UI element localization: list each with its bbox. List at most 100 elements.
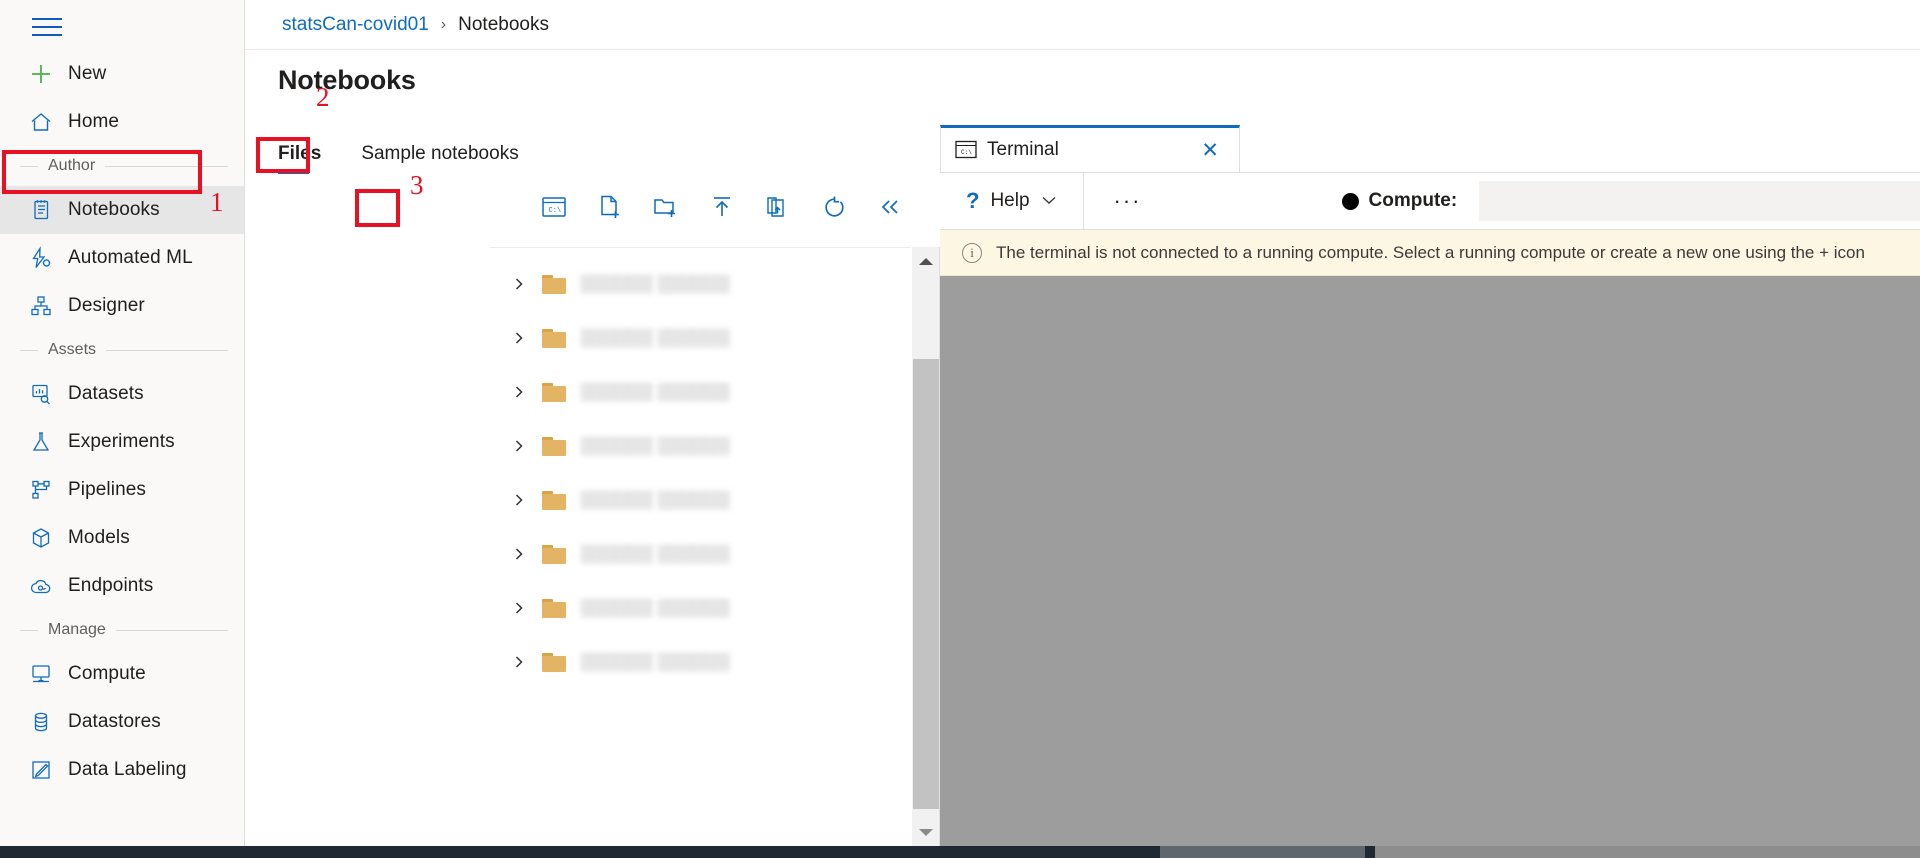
table-row[interactable]: ░░░░░░ ░░░░░░ [490, 635, 911, 689]
upload-folder-button[interactable] [759, 190, 797, 224]
chevron-right-icon[interactable] [510, 275, 528, 293]
window-bottom-scrollbar[interactable] [0, 846, 1920, 858]
create-new-file-button[interactable] [591, 190, 629, 224]
file-tree-vertical-scrollbar[interactable] [911, 247, 939, 846]
file-name: ░░░░░░ ░░░░░░ [580, 382, 730, 401]
terminal-tab-label: Terminal [987, 139, 1059, 160]
open-terminal-button[interactable]: C:\ [535, 190, 573, 224]
chevron-right-icon[interactable] [510, 653, 528, 671]
panel-divider [490, 247, 939, 248]
chevron-right-icon[interactable] [510, 329, 528, 347]
sidebar-item-experiments[interactable]: Experiments [0, 418, 244, 466]
chevron-right-icon[interactable] [510, 383, 528, 401]
chevron-right-icon[interactable] [510, 437, 528, 455]
sidebar-item-notebooks[interactable]: Notebooks [0, 186, 244, 234]
sidebar-item-label: Notebooks [68, 199, 160, 220]
sidebar-item-datastores[interactable]: Datastores [0, 698, 244, 746]
terminal-command-bar: ? Help ··· Compute: [940, 172, 1920, 230]
sidebar-item-designer[interactable]: Designer [0, 282, 244, 330]
file-name: ░░░░░░ ░░░░░░ [580, 490, 730, 509]
sidebar-item-label: Designer [68, 295, 145, 316]
table-row[interactable]: ░░░░░░ ░░░░░░ [490, 527, 911, 581]
sidebar-item-label: Pipelines [68, 479, 147, 500]
page-title: Notebooks [278, 65, 416, 95]
scroll-down-arrow-icon[interactable] [912, 818, 939, 846]
pipelines-icon [28, 477, 54, 503]
close-icon[interactable]: ✕ [1197, 138, 1223, 163]
chevron-right-icon[interactable] [510, 545, 528, 563]
help-button[interactable]: ? Help [940, 172, 1084, 230]
models-cube-icon [28, 525, 54, 551]
file-toolbar: C:\ [535, 190, 909, 224]
table-row[interactable]: ░░░░░░ ░░░░░░ [490, 257, 911, 311]
terminal-panel: C:\ Terminal ✕ ? Help ··· Compute: i The… [940, 125, 1920, 846]
more-options-button[interactable]: ··· [1084, 190, 1172, 212]
sidebar-item-endpoints[interactable]: Endpoints [0, 562, 244, 610]
collapse-button[interactable] [871, 190, 909, 224]
compute-dropdown[interactable] [1479, 181, 1920, 221]
status-badge [1341, 192, 1359, 210]
endpoints-cloud-icon [28, 573, 54, 599]
tab-files[interactable]: Files [278, 143, 321, 174]
sidebar-item-label: Data Labeling [68, 759, 187, 780]
svg-text:C:\: C:\ [549, 207, 562, 215]
sidebar-item-label: Datasets [68, 383, 144, 404]
file-name: ░░░░░░ ░░░░░░ [580, 544, 730, 563]
sidebar-item-datasets[interactable]: Datasets [0, 370, 244, 418]
horizontal-scrollbar-track[interactable] [1375, 846, 1920, 858]
terminal-warning-banner: i The terminal is not connected to a run… [940, 230, 1920, 276]
horizontal-scrollbar-thumb[interactable] [1160, 846, 1365, 858]
sidebar-item-compute[interactable]: Compute [0, 650, 244, 698]
question-mark-icon: ? [966, 188, 980, 213]
azure-ml-studio-window: New Home Author Notebooks Automated ML D… [0, 0, 1920, 858]
sidebar-item-pipelines[interactable]: Pipelines [0, 466, 244, 514]
chevron-right-icon[interactable] [510, 491, 528, 509]
folder-icon [542, 490, 566, 510]
tab-sample-notebooks[interactable]: Sample notebooks [361, 143, 518, 174]
help-label: Help [990, 190, 1030, 211]
warning-message: The terminal is not connected to a runni… [996, 242, 1865, 262]
notebook-icon [28, 197, 54, 223]
folder-icon [542, 598, 566, 618]
chevron-right-icon[interactable] [510, 599, 528, 617]
table-row[interactable]: ░░░░░░ ░░░░░░ [490, 365, 911, 419]
refresh-button[interactable] [815, 190, 853, 224]
file-name: ░░░░░░ ░░░░░░ [580, 598, 730, 617]
sidebar-item-new[interactable]: New [0, 50, 244, 98]
scroll-up-arrow-icon[interactable] [912, 247, 939, 275]
compute-monitor-icon [28, 661, 54, 687]
file-name: ░░░░░░ ░░░░░░ [580, 328, 730, 347]
compute-selector-group: Compute: [1341, 178, 1920, 224]
file-name: ░░░░░░ ░░░░░░ [580, 274, 730, 293]
terminal-output-area[interactable] [940, 276, 1920, 846]
sidebar-item-label: Datastores [68, 711, 161, 732]
datasets-icon [28, 381, 54, 407]
scrollbar-thumb[interactable] [913, 359, 939, 809]
hamburger-icon[interactable] [32, 12, 66, 42]
file-name: ░░░░░░ ░░░░░░ [580, 436, 730, 455]
table-row[interactable]: ░░░░░░ ░░░░░░ [490, 311, 911, 365]
table-row[interactable]: ░░░░░░ ░░░░░░ [490, 473, 911, 527]
folder-icon [542, 274, 566, 294]
table-row[interactable]: ░░░░░░ ░░░░░░ [490, 419, 911, 473]
upload-files-button[interactable] [703, 190, 741, 224]
folder-icon [542, 652, 566, 672]
sidebar-group-label: Assets [48, 341, 97, 358]
sidebar-group-label: Author [48, 157, 96, 174]
sidebar-item-label: Endpoints [68, 575, 154, 596]
designer-icon [28, 293, 54, 319]
table-row[interactable]: ░░░░░░ ░░░░░░ [490, 581, 911, 635]
sidebar-group-manage: Manage [0, 610, 244, 650]
sidebar-item-automated-ml[interactable]: Automated ML [0, 234, 244, 282]
sidebar-item-home[interactable]: Home [0, 98, 244, 146]
file-tree-partial-row [510, 247, 524, 263]
main-content: statsCan-covid01 › Notebooks Notebooks F… [245, 0, 1920, 846]
breadcrumb-workspace-link[interactable]: statsCan-covid01 [282, 14, 429, 36]
sidebar-item-data-labeling[interactable]: Data Labeling [0, 746, 244, 794]
breadcrumb-separator-icon: › [440, 15, 447, 33]
sidebar-item-models[interactable]: Models [0, 514, 244, 562]
terminal-tab[interactable]: C:\ Terminal ✕ [940, 125, 1240, 173]
sidebar-item-label: New [68, 63, 107, 84]
sidebar-item-label: Automated ML [68, 247, 193, 268]
create-new-folder-button[interactable] [647, 190, 685, 224]
